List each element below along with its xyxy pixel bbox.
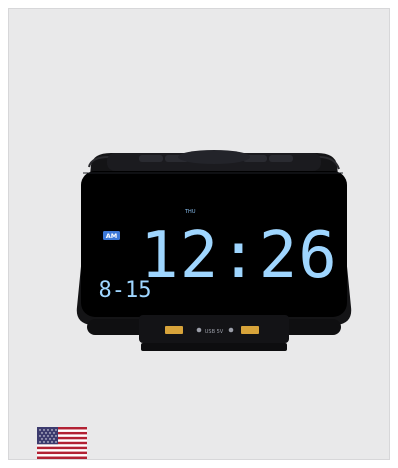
usb-port-right-icon <box>241 326 259 334</box>
product-image-frame: USB 5V THU AM 12:26 8-15 <box>8 8 390 460</box>
port-label: USB 5V <box>205 329 224 335</box>
day-label: THU <box>184 209 196 215</box>
us-flag-icon <box>37 427 87 459</box>
date-display: 8-15 <box>99 278 152 303</box>
usb-port-left-icon <box>165 326 183 334</box>
alarm-clock-image: USB 5V THU AM 12:26 8-15 <box>53 147 375 357</box>
time-display: 12:26 <box>140 219 338 293</box>
meridiem-label: AM <box>106 232 118 240</box>
